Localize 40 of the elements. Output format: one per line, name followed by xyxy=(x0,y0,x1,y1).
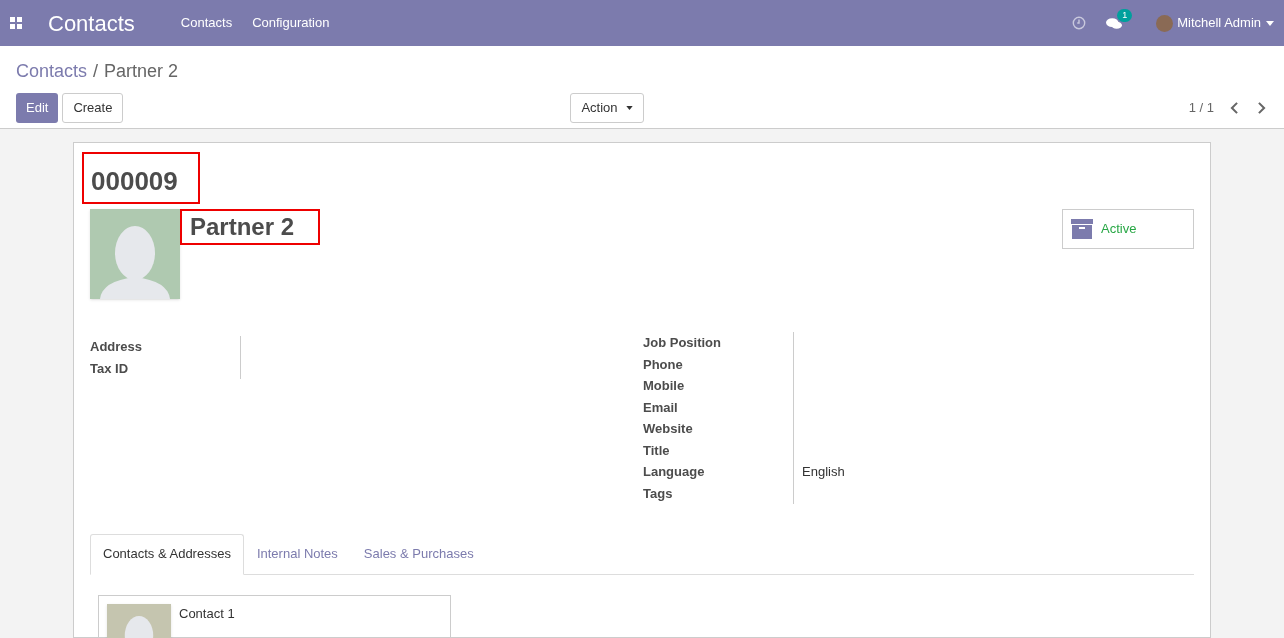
chat-icon[interactable] xyxy=(1106,16,1123,30)
notebook-tab[interactable]: Internal Notes xyxy=(243,534,351,574)
archive-box-icon xyxy=(1071,218,1093,240)
clock-icon[interactable] xyxy=(1072,16,1087,30)
record-name: Partner 2 xyxy=(180,209,321,245)
field-label: Phone xyxy=(643,355,684,374)
create-button[interactable]: Create xyxy=(62,93,124,123)
chevron-right-icon[interactable] xyxy=(1257,102,1266,114)
contact-card[interactable]: Contact 1 xyxy=(98,594,451,638)
message-count-badge: 1 xyxy=(1117,8,1133,22)
menu-link[interactable]: Configuration xyxy=(252,13,330,33)
user-avatar xyxy=(1156,14,1174,32)
caret-icon xyxy=(625,106,633,110)
caret-icon xyxy=(1266,20,1274,26)
status-button[interactable]: Active xyxy=(1062,209,1194,249)
field-value: English xyxy=(802,463,845,481)
field-label: Email xyxy=(643,398,679,417)
field-label: Tags xyxy=(643,484,674,503)
field-label: Mobile xyxy=(643,377,686,395)
record-reference: 000009 xyxy=(82,152,200,204)
field-label: Address xyxy=(90,338,144,356)
breadcrumb-separator: / xyxy=(93,60,99,83)
field-label: Website xyxy=(643,420,694,438)
chevron-left-icon[interactable] xyxy=(1230,102,1239,114)
app-title: Contacts xyxy=(48,9,135,38)
edit-button[interactable]: Edit xyxy=(16,93,59,123)
field-label: Title xyxy=(643,441,671,460)
notebook-tab[interactable]: Contacts & Addresses xyxy=(90,534,244,575)
menu-link[interactable]: Contacts xyxy=(180,13,233,33)
contact-name: Contact 1 xyxy=(179,604,235,623)
field-label: Tax ID xyxy=(90,359,130,378)
apps-grid-icon[interactable] xyxy=(10,17,22,29)
user-menu[interactable]: Mitchell Admin xyxy=(1177,13,1261,33)
field-label: Language xyxy=(643,463,706,481)
breadcrumb-current: Partner 2 xyxy=(104,60,179,83)
action-dropdown[interactable]: Action xyxy=(570,93,644,123)
field-label: Job Position xyxy=(643,334,722,352)
breadcrumb-link[interactable]: Contacts xyxy=(16,58,88,85)
notebook-tab[interactable]: Sales & Purchases xyxy=(350,534,487,574)
pager-counter: 1 / 1 xyxy=(1188,99,1214,118)
